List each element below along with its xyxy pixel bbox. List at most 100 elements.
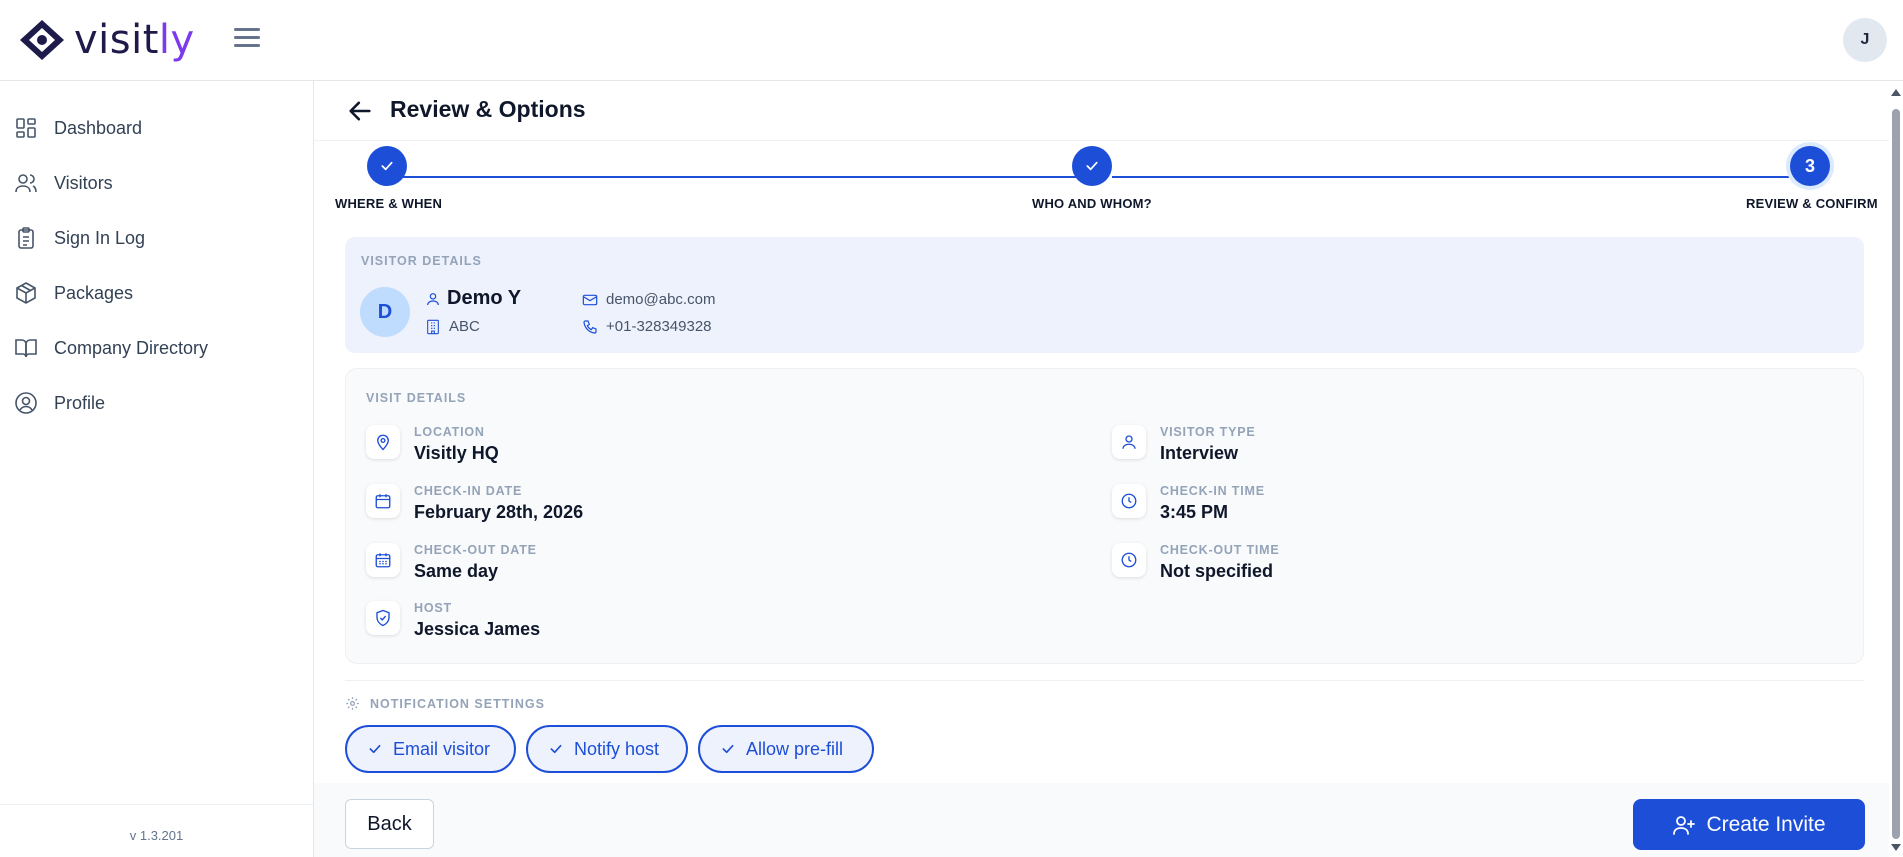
checkin-date-value: February 28th, 2026 xyxy=(414,502,584,522)
sidebar-item-company-directory[interactable]: Company Directory xyxy=(0,323,313,373)
calendar-icon xyxy=(366,484,400,518)
menu-toggle-icon[interactable] xyxy=(234,28,260,52)
allow-prefill-toggle[interactable]: Allow pre-fill xyxy=(698,725,874,773)
checkout-date-detail: CHECK-OUT DATE Same day xyxy=(366,543,537,582)
app-version: v 1.3.201 xyxy=(129,828,184,843)
sidebar-item-label: Dashboard xyxy=(54,117,143,138)
page-header: Review & Options xyxy=(314,81,1889,141)
sidebar-item-sign-in-log[interactable]: Sign In Log xyxy=(0,213,313,263)
sidebar-item-label: Sign In Log xyxy=(54,227,146,248)
checkin-time-detail: CHECK-IN TIME 3:45 PM xyxy=(1112,484,1265,523)
checkin-date-detail: CHECK-IN DATE February 28th, 2026 xyxy=(366,484,583,523)
visit-details-heading: VISIT DETAILS xyxy=(366,391,467,405)
notify-host-label: Notify host xyxy=(574,738,660,759)
scroll-thumb[interactable] xyxy=(1892,109,1900,839)
visitor-avatar: D xyxy=(360,287,410,337)
visitor-type-detail: VISITOR TYPE Interview xyxy=(1112,425,1256,464)
step-2-done-circle[interactable] xyxy=(1072,146,1112,186)
sidebar-item-profile[interactable]: Profile xyxy=(0,378,313,428)
allow-prefill-label: Allow pre-fill xyxy=(746,738,844,759)
visitor-name-row: Demo Y xyxy=(425,287,521,310)
checkin-time-value: 3:45 PM xyxy=(1160,502,1229,522)
location-label: LOCATION xyxy=(414,425,485,439)
check-icon xyxy=(550,744,562,754)
host-label: HOST xyxy=(414,601,452,615)
visitor-phone-row: +01-328349328 xyxy=(582,318,712,335)
scrollbar[interactable] xyxy=(1889,81,1903,857)
page-title: Review & Options xyxy=(390,96,586,122)
back-button[interactable]: Back xyxy=(345,799,434,849)
checkout-time-value: Not specified xyxy=(1160,561,1274,581)
shield-check-icon xyxy=(366,601,400,635)
mail-icon xyxy=(582,294,598,305)
calendar-days-icon xyxy=(366,543,400,577)
clock-icon xyxy=(1112,484,1146,518)
visitor-phone: +01-328349328 xyxy=(606,318,712,335)
step-2-label: WHO AND WHOM? xyxy=(1032,196,1152,211)
visitor-details-heading: VISITOR DETAILS xyxy=(361,254,482,268)
check-icon xyxy=(1086,161,1098,171)
location-detail: LOCATION Visitly HQ xyxy=(366,425,499,464)
sidebar-item-packages[interactable]: Packages xyxy=(0,268,313,318)
create-invite-label: Create Invite xyxy=(1706,812,1826,836)
sidebar: Dashboard Visitors Sign In Log Packages … xyxy=(0,81,314,857)
top-bar: visitly J xyxy=(0,0,1903,81)
notify-host-toggle[interactable]: Notify host xyxy=(526,725,688,773)
step-1-done-circle[interactable] xyxy=(367,146,407,186)
sidebar-item-visitors[interactable]: Visitors xyxy=(0,158,313,208)
stepper-line-1 xyxy=(387,176,1092,178)
visit-details-card: VISIT DETAILS LOCATION Visitly HQ VISITO… xyxy=(345,368,1864,664)
host-value: Jessica James xyxy=(414,619,541,639)
building-icon xyxy=(427,319,439,334)
visitor-company: ABC xyxy=(449,318,480,335)
host-detail: HOST Jessica James xyxy=(366,601,540,640)
user-avatar[interactable]: J xyxy=(1843,18,1887,62)
sidebar-item-dashboard[interactable]: Dashboard xyxy=(0,103,313,153)
step-3-current-circle[interactable]: 3 xyxy=(1790,146,1830,186)
sidebar-item-label: Profile xyxy=(54,392,106,413)
phone-icon xyxy=(583,319,597,334)
visitor-company-row: ABC xyxy=(425,318,480,335)
step-3-label: REVIEW & CONFIRM xyxy=(1746,196,1878,211)
notification-divider xyxy=(345,680,1864,681)
user-icon xyxy=(1112,425,1146,459)
users-icon xyxy=(15,174,37,193)
visitor-type-value: Interview xyxy=(1160,443,1239,463)
sidebar-item-label: Company Directory xyxy=(54,337,209,358)
notification-settings-label: NOTIFICATION SETTINGS xyxy=(370,696,545,711)
clock-icon xyxy=(1112,543,1146,577)
visitly-logo-icon xyxy=(20,20,64,60)
check-icon xyxy=(369,744,381,754)
check-icon xyxy=(722,744,734,754)
scroll-up-arrow-icon[interactable] xyxy=(1891,89,1901,96)
dashboard-icon xyxy=(16,118,36,138)
gear-icon xyxy=(346,697,359,710)
visitor-email: demo@abc.com xyxy=(606,291,716,308)
package-icon xyxy=(16,282,36,304)
visitly-logo[interactable]: visitly xyxy=(18,18,195,62)
map-pin-icon xyxy=(366,425,400,459)
checkout-date-label: CHECK-OUT DATE xyxy=(414,543,537,557)
step-1-label: WHERE & WHEN xyxy=(335,196,443,211)
sidebar-divider xyxy=(0,804,313,805)
email-visitor-label: Email visitor xyxy=(393,738,491,759)
brand-name: visitly xyxy=(74,17,195,63)
stepper-line-2 xyxy=(1112,176,1813,178)
clipboard-icon xyxy=(18,227,34,249)
visitor-name: Demo Y xyxy=(447,287,522,309)
sidebar-item-label: Visitors xyxy=(54,172,113,193)
email-visitor-toggle[interactable]: Email visitor xyxy=(345,725,516,773)
back-arrow-icon[interactable] xyxy=(346,97,374,125)
check-icon xyxy=(381,161,393,171)
checkin-date-label: CHECK-IN DATE xyxy=(414,484,523,498)
user-circle-icon xyxy=(15,392,37,414)
visitor-type-label: VISITOR TYPE xyxy=(1160,425,1256,439)
user-icon xyxy=(427,292,439,305)
visitor-email-row: demo@abc.com xyxy=(582,291,715,308)
create-invite-button[interactable]: Create Invite xyxy=(1633,799,1865,850)
checkout-time-label: CHECK-OUT TIME xyxy=(1160,543,1280,557)
user-plus-icon xyxy=(1673,815,1696,835)
checkin-time-label: CHECK-IN TIME xyxy=(1160,484,1265,498)
sidebar-item-label: Packages xyxy=(54,282,134,303)
scroll-down-arrow-icon[interactable] xyxy=(1891,844,1901,851)
